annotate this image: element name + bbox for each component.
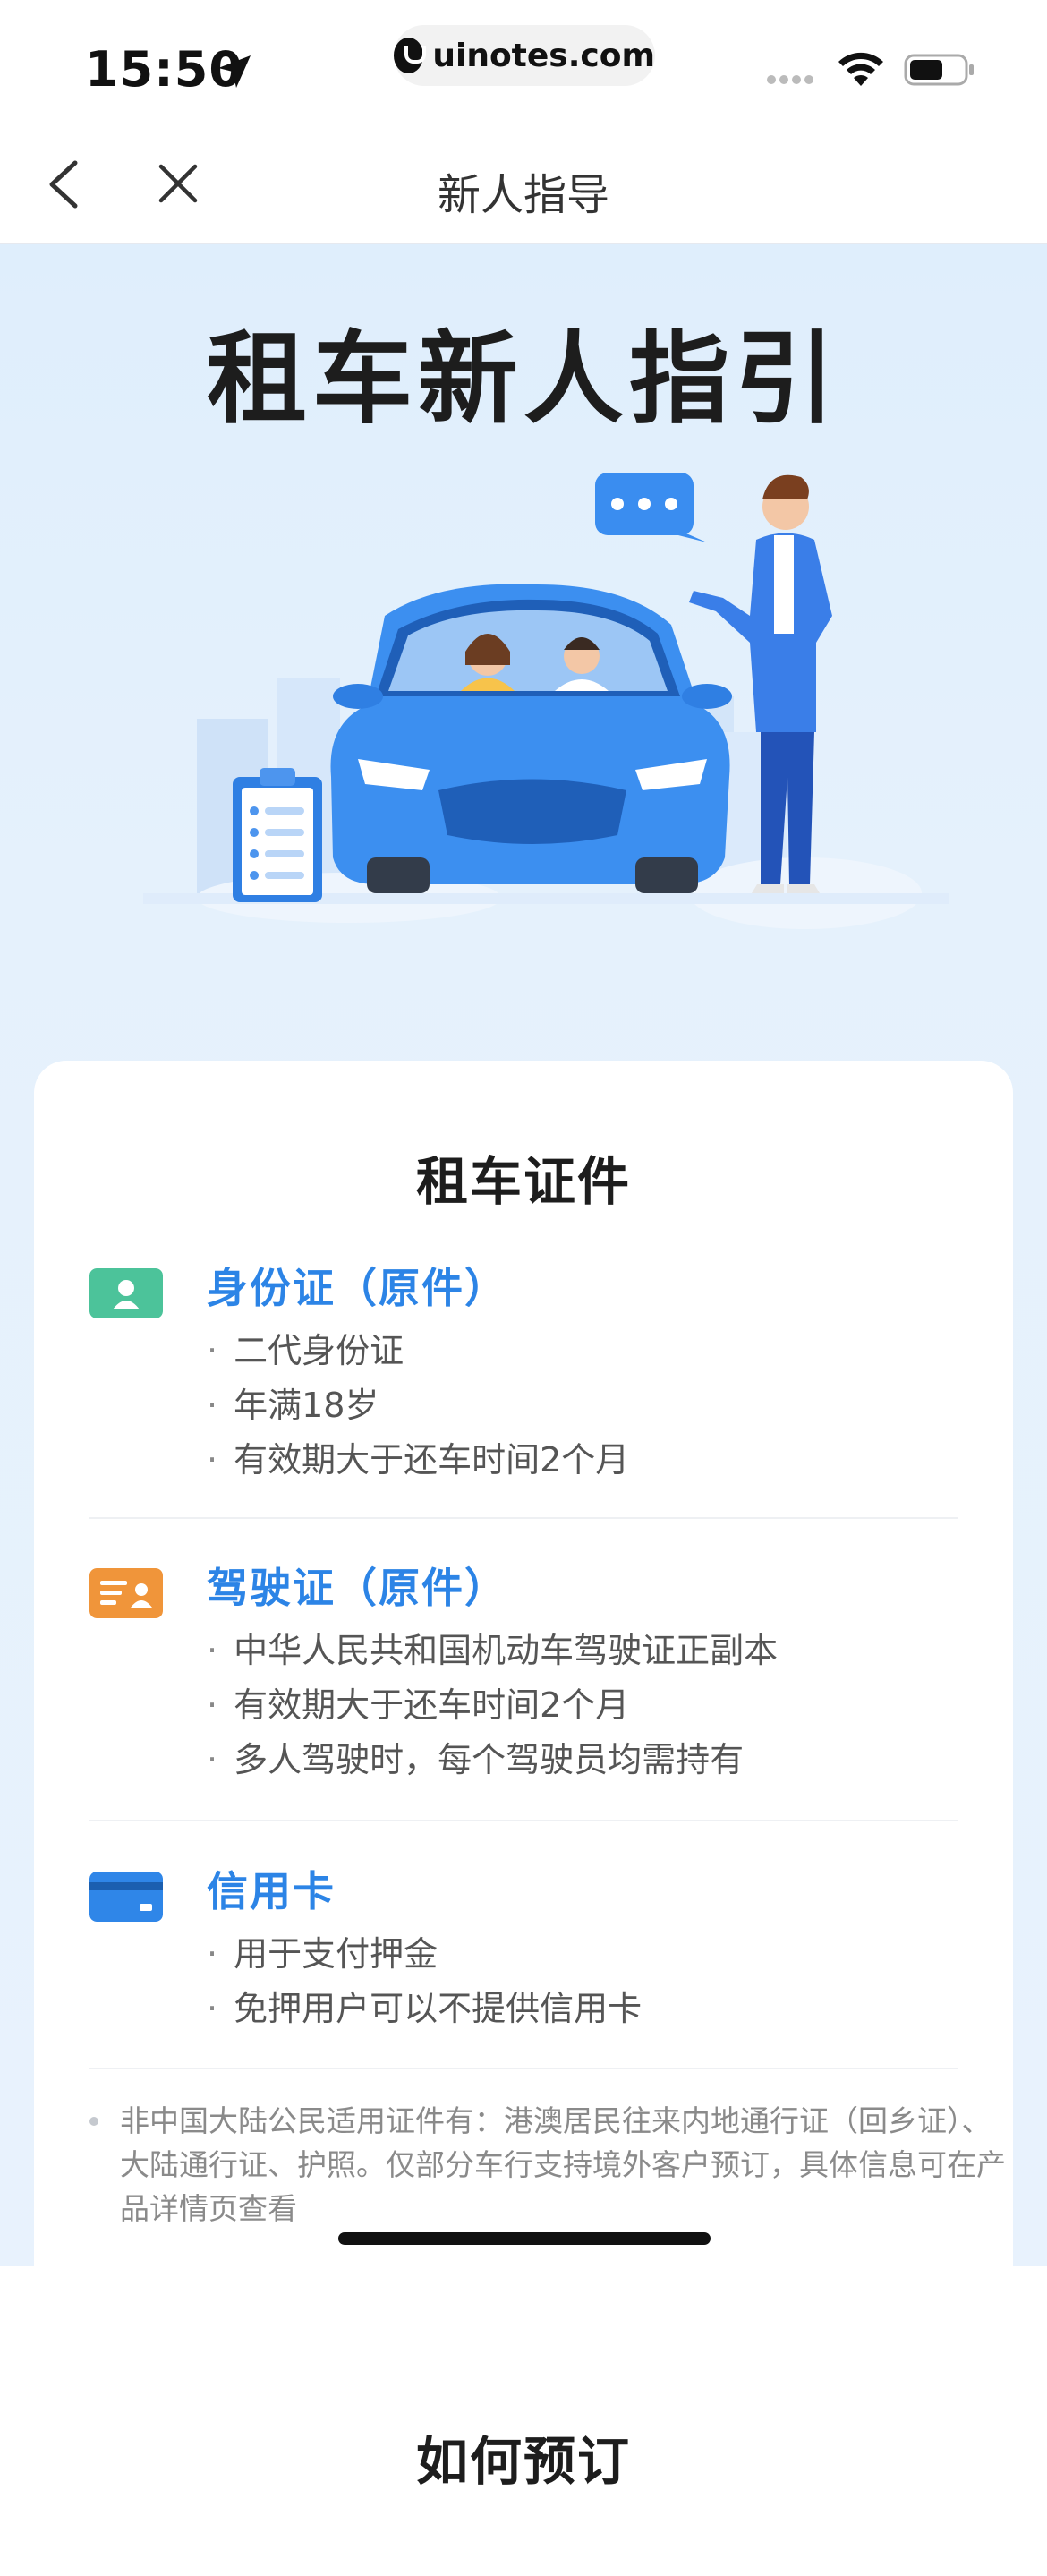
page-title: 新人指导 <box>437 170 609 220</box>
requirement-list: · 二代身份证 · 年满18岁 · 有效期大于还车时间2个月 <box>207 1324 629 1488</box>
card-title-booking: 如何预订 <box>410 2419 637 2495</box>
documents-card: 租车证件 身份证（原件） · 二代身份证 · 年满18岁 · 有效期大于还车时间2个月 <box>34 1061 1013 2301</box>
hero-section: 租车新人指引 租车证件 身份证（原件） · 二代身份证 · 年满18岁 · 有效… <box>0 244 1047 2576</box>
list-item: · 用于支付押金 <box>207 1934 438 1974</box>
requirement-list: · 中华人民共和国机动车驾驶证正副本 · 有效期大于还车时间2个月 · 多人驾驶时，每… <box>207 1624 778 1787</box>
id-card-icon <box>89 1268 163 1318</box>
divider <box>89 2068 958 2069</box>
location-arrow-icon <box>218 55 251 88</box>
car-rental-illustration <box>143 473 949 929</box>
status-bar: 15:50 uinotes.com <box>0 0 1047 125</box>
list-item: · 二代身份证 <box>207 1331 404 1370</box>
requirement-list: · 用于支付押金 · 免押用户可以不提供信用卡 <box>207 1927 642 2036</box>
url-text: uinotes.com <box>432 37 655 74</box>
list-item: · 中华人民共和国机动车驾驶证正副本 <box>207 1631 779 1670</box>
divider <box>89 1517 958 1519</box>
foreign-citizen-note: 非中国大陆公民适用证件有：港澳居民往来内地通行证（回乡证）、大陆通行证、护照。仅… <box>89 2099 1015 2231</box>
hero-title: 租车新人指引 <box>207 321 840 438</box>
site-logo-icon <box>394 38 427 73</box>
nav-bar: 新人指导 <box>0 125 1047 244</box>
list-item: · 有效期大于还车时间2个月 <box>207 1685 630 1725</box>
list-item: · 年满18岁 <box>207 1386 379 1425</box>
section-heading: 身份证（原件） <box>207 1264 507 1312</box>
list-item: · 有效期大于还车时间2个月 <box>207 1440 630 1480</box>
note-text: 非中国大陆公民适用证件有：港澳居民往来内地通行证（回乡证）、大陆通行证、护照。仅… <box>120 2103 1006 2226</box>
bullet-dot <box>89 2117 98 2126</box>
battery-icon <box>904 54 974 86</box>
cellular-signal-icon <box>767 75 813 84</box>
home-indicator[interactable] <box>338 2232 711 2245</box>
divider <box>89 1820 958 1821</box>
wifi-icon <box>838 52 883 86</box>
section-heading: 信用卡 <box>207 1867 336 1915</box>
driver-license-icon <box>89 1568 163 1618</box>
list-item: · 多人驾驶时，每个驾驶员均需持有 <box>207 1740 745 1779</box>
credit-card-icon <box>89 1872 163 1922</box>
section-heading: 驾驶证（原件） <box>207 1564 507 1612</box>
booking-card: 如何预订 <box>34 2343 1013 2576</box>
list-item: · 免押用户可以不提供信用卡 <box>207 1989 643 2028</box>
url-pill[interactable]: uinotes.com <box>394 25 655 86</box>
card-title-documents: 租车证件 <box>410 1139 637 1215</box>
